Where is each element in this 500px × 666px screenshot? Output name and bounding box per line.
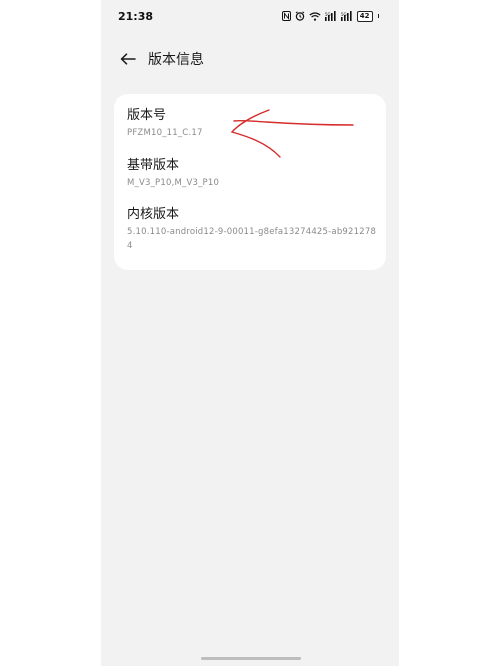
item-label: 基带版本 [127,158,180,173]
version-info-card: 版本号 PFZM10_11_C.17 基带版本 M_V3_P10,M_V3_P1… [114,94,386,270]
svg-text:5G: 5G [325,12,331,17]
status-time: 21:38 [118,10,154,23]
page-header: 版本信息 [101,44,399,72]
item-value: M_V3_P10,M_V3_P10 [127,178,220,188]
nfc-icon [281,11,291,21]
back-arrow-icon [120,53,136,65]
battery-icon: 42 [356,10,373,22]
battery-tip [377,14,379,18]
item-value: 5.10.110-android12-9-00011-g8efa13274425… [127,227,377,251]
signal-icon: 5G [340,11,353,21]
status-icons: 5G 5G 42 [281,9,379,23]
item-label: 版本号 [127,108,167,123]
page-title: 版本信息 [148,52,204,68]
list-item-version-number[interactable]: 版本号 PFZM10_11_C.17 [127,108,377,140]
phone-screen: 21:38 5G 5G 42 版本信息 版本号 PFZM10_11_C.17 基… [101,0,399,666]
status-bar: 21:38 5G 5G 42 [101,0,399,32]
alarm-icon [295,11,305,21]
back-button[interactable] [117,48,139,70]
list-item-kernel-version[interactable]: 内核版本 5.10.110-android12-9-00011-g8efa132… [127,207,377,253]
home-indicator[interactable] [201,657,301,660]
list-item-baseband-version[interactable]: 基带版本 M_V3_P10,M_V3_P10 [127,158,377,190]
battery-level: 42 [359,12,370,20]
signal-icon: 5G [324,11,337,21]
item-value: PFZM10_11_C.17 [127,128,203,138]
wifi-icon [309,11,321,21]
item-label: 内核版本 [127,207,180,222]
svg-text:5G: 5G [341,12,347,17]
